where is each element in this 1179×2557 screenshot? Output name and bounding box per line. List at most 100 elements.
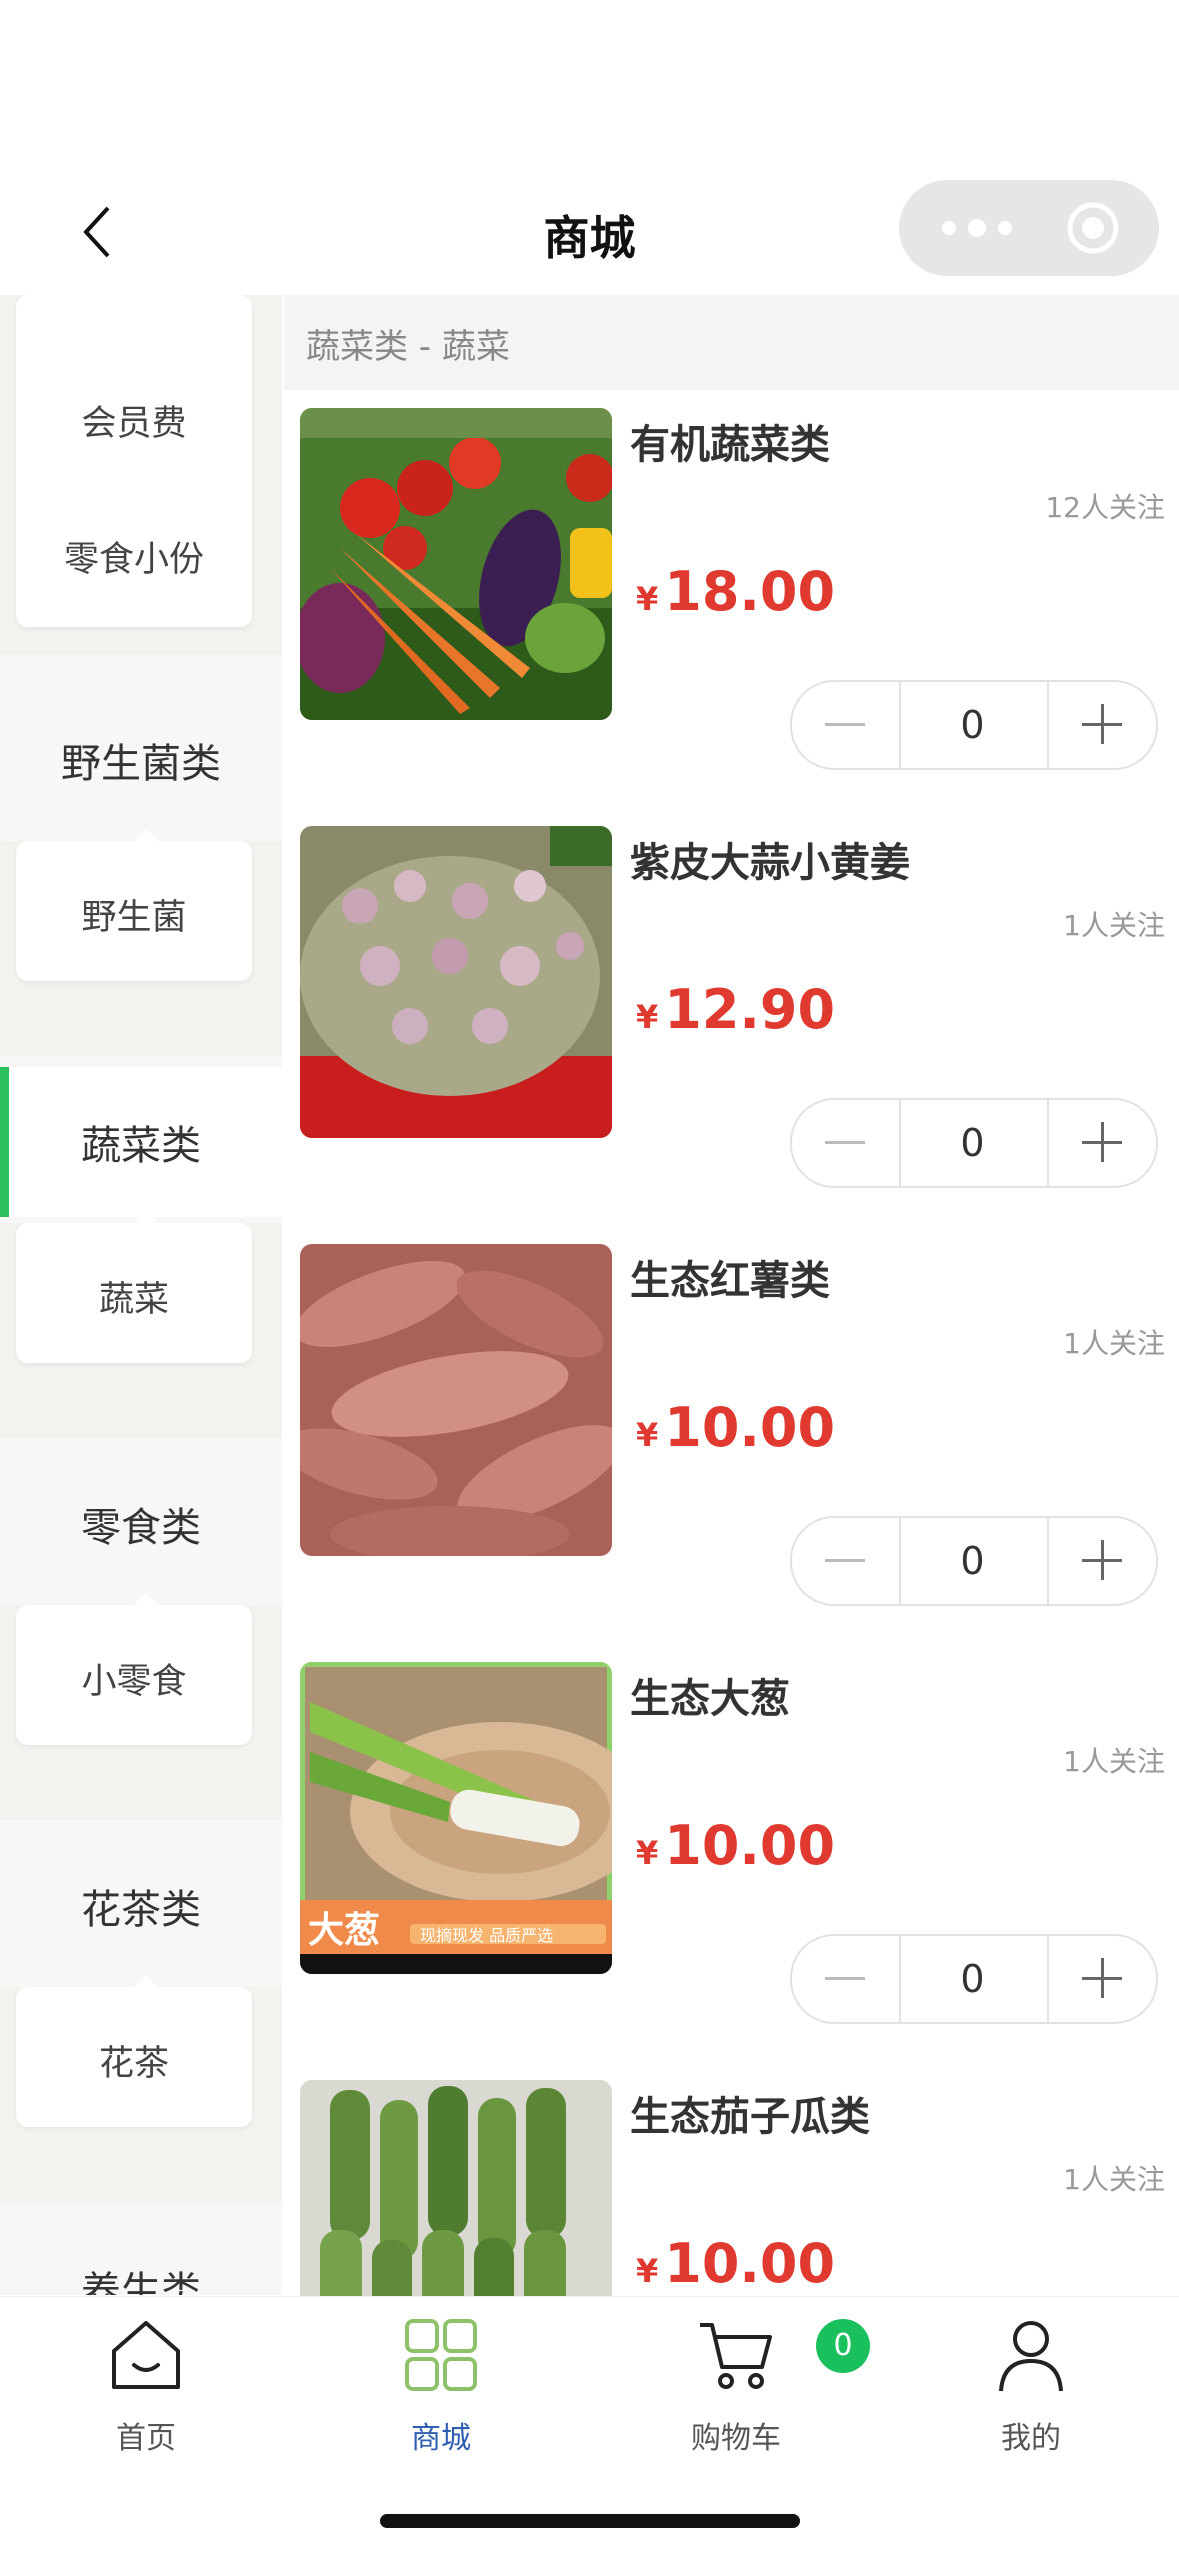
subcategory-group: 花茶: [0, 1975, 282, 2202]
quantity-value[interactable]: 0: [901, 682, 1044, 768]
subcategory-card: 蔬菜: [16, 1211, 252, 1363]
product-item[interactable]: 生态红薯类 1人关注 ¥10.00 0: [284, 1226, 1179, 1646]
sidebar-item-health[interactable]: 养生类: [0, 2213, 282, 2295]
product-name[interactable]: 生态大葱: [630, 1666, 790, 1724]
home-indicator: [380, 2514, 800, 2528]
sidebar-item-label: 蔬菜类: [81, 1123, 201, 1169]
product-name[interactable]: 生态红薯类: [630, 1248, 830, 1306]
user-icon: [999, 2321, 1063, 2392]
increase-button[interactable]: [1047, 682, 1156, 768]
decrease-button[interactable]: [792, 682, 901, 768]
follow-count: 1人关注: [1063, 1327, 1165, 1360]
quantity-value[interactable]: 0: [901, 1936, 1044, 2022]
product-image-eggplant-melon[interactable]: [300, 2080, 612, 2296]
quantity-stepper: 0: [790, 1098, 1158, 1188]
subcategory-snack-small[interactable]: 零食小份: [16, 531, 252, 582]
quantity-value[interactable]: 0: [901, 1100, 1044, 1186]
mini-program-capsule: [899, 180, 1159, 276]
subcategory-small-snacks[interactable]: 小零食: [16, 1653, 252, 1704]
currency-symbol: ¥: [636, 2252, 659, 2290]
product-item[interactable]: 生态茄子瓜类 1人关注 ¥10.00: [284, 2062, 1179, 2296]
cart-icon: [700, 2323, 772, 2389]
sidebar-item-wild-mushroom[interactable]: 野生菌类: [0, 685, 282, 835]
decrease-button[interactable]: [792, 1936, 901, 2022]
tab-profile[interactable]: 我的: [931, 2315, 1131, 2465]
subcategory-card: 小零食: [16, 1593, 252, 1745]
more-icon[interactable]: [935, 210, 1025, 246]
product-image-scallion[interactable]: 大葱 现摘现发 品质严选: [300, 1662, 612, 1974]
product-price: ¥10.00: [636, 1396, 835, 1459]
active-indicator: [0, 1067, 9, 1217]
plus-icon-vertical: [1101, 1122, 1104, 1162]
product-item[interactable]: 有机蔬菜类 12人关注 ¥18.00 0: [284, 390, 1179, 810]
subcategory-wild-mushroom[interactable]: 野生菌: [16, 889, 252, 940]
subcategory-card: 花茶: [16, 1975, 252, 2127]
product-name[interactable]: 生态茄子瓜类: [630, 2084, 870, 2142]
tab-label: 购物车: [691, 2421, 781, 2456]
increase-button[interactable]: [1047, 1936, 1156, 2022]
product-name[interactable]: 紫皮大蒜小黄姜: [630, 830, 910, 888]
subcategory-membership[interactable]: 会员费: [16, 395, 252, 446]
tab-label: 商城: [411, 2421, 471, 2456]
subcategory-group: 蔬菜: [0, 1211, 282, 1438]
subcategory-group: 野生菌: [0, 829, 282, 1056]
subcategory-card: 会员费 零食小份: [16, 295, 252, 627]
follow-count: 1人关注: [1063, 1745, 1165, 1778]
plus-icon-vertical: [1101, 704, 1104, 744]
currency-symbol: ¥: [636, 998, 659, 1036]
product-price: ¥12.90: [636, 978, 835, 1041]
card-notch: [134, 1211, 158, 1223]
currency-symbol: ¥: [636, 580, 659, 618]
image-big-text: 大葱: [308, 1910, 380, 1951]
currency-symbol: ¥: [636, 1416, 659, 1454]
grid-icon: [405, 2319, 477, 2391]
decrease-button[interactable]: [792, 1518, 901, 1604]
card-notch: [134, 1593, 158, 1605]
quantity-stepper: 0: [790, 680, 1158, 770]
home-icon: [112, 2321, 180, 2389]
price-value: 18.00: [664, 560, 836, 623]
minus-icon: [825, 1141, 865, 1144]
follow-count: 1人关注: [1063, 909, 1165, 942]
product-item[interactable]: 紫皮大蒜小黄姜 1人关注 ¥12.90 0: [284, 808, 1179, 1228]
follow-count: 12人关注: [1045, 491, 1165, 524]
minus-icon: [825, 723, 865, 726]
plus-icon-vertical: [1101, 1958, 1104, 1998]
plus-icon-vertical: [1101, 1540, 1104, 1580]
close-miniprogram-icon[interactable]: [1065, 200, 1121, 256]
subcategory-card: 野生菌: [16, 829, 252, 981]
breadcrumb-text: 蔬菜类 - 蔬菜: [306, 327, 510, 367]
category-sidebar: 会员费 零食小份 野生菌类 野生菌 蔬菜类 蔬菜 零食类 小零食 花茶类 花茶 …: [0, 295, 282, 2295]
subcategory-group: 会员费 零食小份: [0, 295, 282, 655]
tab-home[interactable]: 首页: [46, 2315, 246, 2465]
minus-icon: [825, 1559, 865, 1562]
subcategory-vegetables[interactable]: 蔬菜: [16, 1271, 252, 1322]
subcategory-group: 小零食: [0, 1593, 282, 1820]
cart-count-badge: 0: [816, 2319, 870, 2373]
subcategory-flower-tea[interactable]: 花茶: [16, 2035, 252, 2086]
product-price: ¥18.00: [636, 560, 835, 623]
image-small-text: 现摘现发 品质严选: [420, 1926, 553, 1945]
increase-button[interactable]: [1047, 1518, 1156, 1604]
quantity-value[interactable]: 0: [901, 1518, 1044, 1604]
price-value: 10.00: [664, 1814, 836, 1877]
decrease-button[interactable]: [792, 1100, 901, 1186]
tab-mall[interactable]: 商城: [341, 2315, 541, 2465]
increase-button[interactable]: [1047, 1100, 1156, 1186]
product-item[interactable]: 大葱 现摘现发 品质严选 生态大葱 1人关注 ¥10.00 0: [284, 1644, 1179, 2064]
tab-cart[interactable]: 购物车: [636, 2315, 836, 2465]
currency-symbol: ¥: [636, 1834, 659, 1872]
follow-count: 1人关注: [1063, 2163, 1165, 2196]
sidebar-item-flower-tea[interactable]: 花茶类: [0, 1831, 282, 1981]
sidebar-item-vegetables[interactable]: 蔬菜类: [0, 1067, 282, 1217]
quantity-stepper: 0: [790, 1516, 1158, 1606]
product-price: ¥10.00: [636, 1814, 835, 1877]
product-image-sweet-potato[interactable]: [300, 1244, 612, 1556]
breadcrumb: 蔬菜类 - 蔬菜: [284, 295, 1179, 390]
card-notch: [134, 1975, 158, 1987]
sidebar-item-snacks[interactable]: 零食类: [0, 1449, 282, 1599]
product-image-vegetables[interactable]: [300, 408, 612, 720]
minus-icon: [825, 1977, 865, 1980]
product-name[interactable]: 有机蔬菜类: [630, 412, 830, 470]
product-image-garlic-ginger[interactable]: [300, 826, 612, 1138]
